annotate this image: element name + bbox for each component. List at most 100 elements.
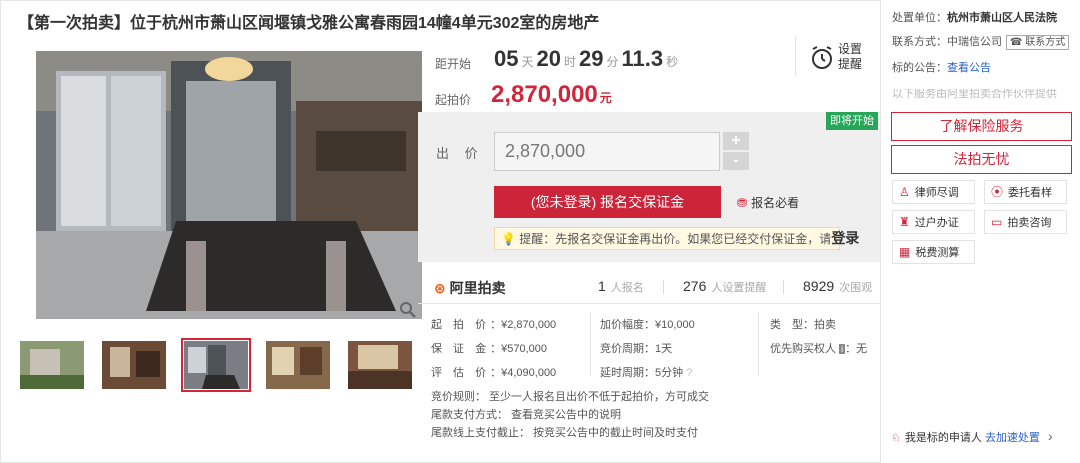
rule-line: 尾款线上支付截止： 按竞买公告中的截止时间及时支付: [431, 427, 699, 439]
person-icon: ♙: [899, 185, 910, 199]
set-reminder-line1: 设置: [838, 42, 863, 56]
view-label: 次围观: [839, 282, 873, 294]
detail-key: 类 型: [770, 319, 803, 331]
detail-value: ¥570,000: [501, 343, 548, 355]
detail-value: 5分钟: [655, 367, 684, 379]
location-pin-icon: ⦿: [991, 185, 1004, 199]
service-lawyer[interactable]: ♙ 律师尽调: [892, 180, 975, 204]
court-name: 杭州市萧山区人民法院: [947, 12, 1057, 24]
thumbnail-4[interactable]: [266, 341, 330, 389]
tip-text: 提醒：先报名交保证金再出价。如果您已经交付保证金，请: [519, 232, 832, 246]
detail-value: 无: [856, 343, 868, 355]
detail-value: ¥4,090,000: [501, 367, 557, 379]
countdown-minutes: 29: [579, 46, 604, 71]
info-icon[interactable]: i: [839, 344, 846, 354]
brand-label: 阿里拍卖: [449, 280, 506, 296]
court-info: 处置单位：杭州市萧山区人民法院: [892, 9, 1057, 25]
start-price-value: 2,870,000: [491, 81, 598, 108]
detail-key: 优先购买权人: [770, 343, 836, 355]
bid-label: 出 价: [436, 146, 484, 161]
notice-info: 标的公告：查看公告: [892, 59, 991, 75]
rule-line: 尾款支付方式： 查看竞买公告中的说明: [431, 409, 622, 421]
page-title: 【第一次拍卖】位于杭州市萧山区闻堰镇戈雅公寓春雨园14幢4单元302室的房地产: [18, 15, 600, 32]
alarm-clock-icon[interactable]: [810, 45, 834, 74]
countdown-minutes-unit: 分: [606, 55, 619, 69]
detail-deposit: 保 证 金：¥570,000: [431, 343, 548, 355]
thumbnail-5[interactable]: [348, 341, 412, 389]
zoom-icon[interactable]: [399, 301, 417, 319]
service-viewing[interactable]: ⦿ 委托看样: [984, 180, 1067, 204]
detail-key: 评 估 价: [431, 367, 491, 379]
detail-key: 延时周期: [600, 367, 644, 379]
certificate-icon: ♜: [899, 215, 910, 229]
countdown-label: 距开始: [435, 57, 472, 71]
detail-key: 保 证 金: [431, 343, 491, 355]
court-label: 处置单位：: [892, 12, 947, 24]
notice-label: 标的公告：: [892, 62, 947, 74]
view-notice-link[interactable]: 查看公告: [947, 62, 991, 74]
chevron-right-icon: ›: [1047, 428, 1053, 444]
detail-separator: [590, 312, 591, 376]
countdown-seconds: 11.3: [621, 46, 664, 71]
contact-name: 中瑞信公司: [947, 36, 1002, 48]
service-label: 拍卖咨询: [1007, 217, 1052, 229]
start-price-unit: 元: [599, 91, 612, 105]
detail-priority: 优先购买权人 i ：无: [770, 343, 868, 355]
main-photo[interactable]: [36, 51, 422, 319]
detail-key: 加价幅度: [600, 319, 644, 331]
bid-increase-button[interactable]: +: [723, 132, 749, 150]
bid-decrease-button[interactable]: -: [723, 152, 749, 170]
status-badge: 即将开始: [826, 112, 878, 130]
service-label: 税费测算: [915, 247, 960, 259]
thumbnail-3[interactable]: [181, 338, 251, 392]
register-deposit-button[interactable]: (您未登录) 报名交保证金: [494, 186, 721, 218]
view-count: 8929 次围观: [803, 278, 872, 295]
applicant-row[interactable]: ♘ 我是标的申请人 去加速处置 ›: [891, 428, 1053, 445]
start-price-label: 起拍价: [435, 93, 472, 107]
set-reminder-button[interactable]: 设置 提醒: [838, 42, 868, 72]
insurance-button[interactable]: 了解保险服务: [891, 112, 1072, 141]
room-image: [36, 51, 422, 319]
signup-label: 人报名: [610, 282, 644, 294]
service-consult[interactable]: ▭ 拍卖咨询: [984, 210, 1067, 234]
countdown-days-unit: 天: [521, 55, 534, 69]
contact-button-label: 联系方式: [1025, 37, 1066, 48]
bid-input[interactable]: 2,870,000: [494, 132, 720, 171]
detail-delay: 延时周期：5分钟 ?: [600, 367, 693, 379]
help-icon[interactable]: ?: [686, 367, 692, 379]
countdown-seconds-unit: 秒: [666, 55, 679, 69]
thumbnail-2[interactable]: [102, 341, 166, 389]
ali-auction-logo: ⊛ 阿里拍卖: [434, 278, 506, 298]
lightbulb-icon: 💡: [501, 232, 516, 246]
calculator-icon: ▦: [899, 245, 911, 259]
countdown-hours: 20: [536, 46, 561, 71]
detail-value: ¥2,870,000: [501, 319, 557, 331]
reminder-label: 人设置提醒: [711, 282, 767, 294]
thumbnail-1[interactable]: [20, 341, 84, 389]
detail-separator: [758, 312, 759, 376]
stat-separator: [783, 280, 784, 294]
expedite-link[interactable]: 去加速处置: [985, 432, 1040, 444]
detail-type: 类 型：拍卖: [770, 319, 836, 331]
detail-appraisal: 评 估 价：¥4,090,000: [431, 367, 557, 379]
contact-button[interactable]: ☎ 联系方式: [1006, 35, 1070, 50]
signup-number: 1: [598, 278, 606, 294]
detail-value: 1天: [655, 343, 673, 355]
stats-divider: [418, 303, 880, 304]
chat-icon: ▭: [991, 215, 1003, 229]
partner-note: 以下服务由阿里拍卖合作伙伴提供: [892, 89, 1057, 99]
set-reminder-line2: 提醒: [838, 57, 863, 71]
countdown-hours-unit: 时: [563, 55, 576, 69]
service-transfer[interactable]: ♜ 过户办证: [892, 210, 975, 234]
detail-start-price: 起 拍 价：¥2,870,000: [431, 319, 557, 331]
legal-auction-button[interactable]: 法拍无忧: [891, 145, 1072, 174]
service-label: 委托看样: [1008, 187, 1053, 199]
must-read-link[interactable]: ⛃ 报名必看: [737, 194, 799, 211]
tip-login-link[interactable]: 登录: [831, 230, 859, 246]
service-tax[interactable]: ▦ 税费测算: [892, 240, 975, 264]
must-read-label: 报名必看: [751, 196, 800, 210]
view-number: 8929: [803, 278, 835, 294]
applicant-icon: ♘: [891, 432, 901, 444]
ali-logo-icon: ⊛: [434, 280, 446, 296]
detail-value: 拍卖: [814, 319, 836, 331]
